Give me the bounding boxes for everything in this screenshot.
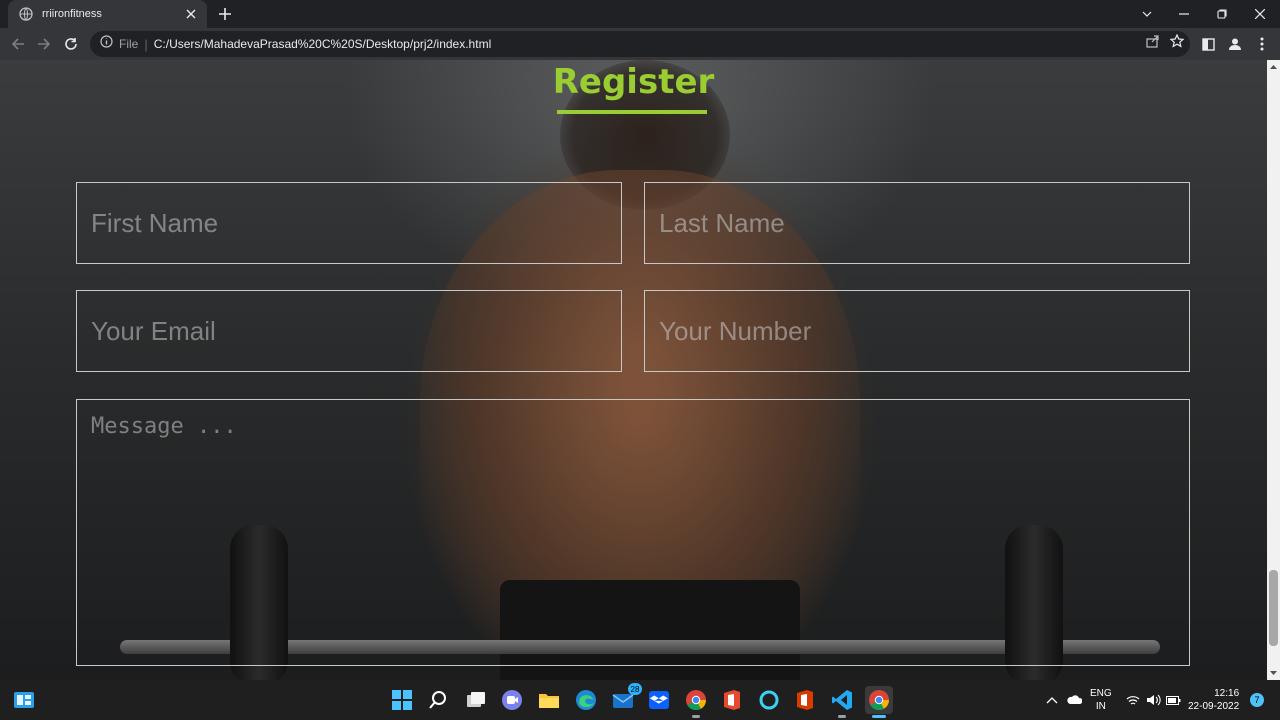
search-icon[interactable]	[424, 686, 452, 714]
app-running-indicator	[692, 715, 700, 718]
address-separator: |	[144, 36, 148, 52]
new-tab-button[interactable]	[215, 5, 235, 23]
info-icon[interactable]	[100, 35, 113, 53]
address-bar[interactable]: File | C:/Users/MahadevaPrasad%20C%20S/D…	[90, 31, 1190, 57]
app-active-indicator	[872, 715, 886, 718]
cortana-icon[interactable]	[755, 686, 783, 714]
notification-count-badge[interactable]: 7	[1250, 693, 1264, 707]
heading-underline	[557, 110, 707, 114]
edge-browser-icon[interactable]	[572, 686, 600, 714]
close-tab-icon[interactable]	[183, 6, 199, 22]
widgets-icon[interactable]	[10, 686, 38, 714]
forward-icon[interactable]	[32, 32, 56, 56]
tab-title: rriironfitness	[42, 8, 102, 20]
vscode-icon[interactable]	[828, 686, 856, 718]
clock[interactable]: 12:16 22-09-2022	[1188, 680, 1239, 720]
close-window-icon[interactable]	[1241, 0, 1279, 28]
side-panel-icon[interactable]	[1196, 32, 1220, 56]
phone-number-input[interactable]	[644, 290, 1190, 372]
back-icon[interactable]	[6, 32, 30, 56]
chrome-icon[interactable]	[682, 686, 710, 718]
dropbox-icon[interactable]	[645, 686, 673, 714]
share-icon[interactable]	[1146, 34, 1160, 53]
restore-icon[interactable]	[1203, 0, 1241, 28]
globe-icon	[18, 6, 34, 22]
volume-icon[interactable]	[1146, 680, 1161, 720]
page-viewport: Register	[0, 60, 1267, 680]
office-app-icon[interactable]	[791, 686, 819, 714]
show-hidden-icons-chevron-icon[interactable]	[1046, 680, 1058, 720]
last-name-input[interactable]	[644, 182, 1190, 264]
language-region: IN	[1095, 701, 1106, 712]
menu-kebab-icon[interactable]	[1250, 32, 1274, 56]
reload-icon[interactable]	[59, 32, 83, 56]
email-input[interactable]	[76, 290, 622, 372]
clock-time: 12:16	[1214, 688, 1240, 699]
windows-taskbar: 28 ENG IN 12:16 22-09-2022 7	[0, 680, 1280, 720]
minimize-icon[interactable]	[1165, 0, 1203, 28]
bookmark-star-icon[interactable]	[1169, 33, 1185, 53]
page-scrollbar[interactable]	[1267, 60, 1280, 680]
first-name-input[interactable]	[76, 182, 622, 264]
browser-tab[interactable]: rriironfitness	[8, 0, 207, 28]
app-running-indicator	[838, 715, 846, 718]
scrollbar-thumb[interactable]	[1269, 570, 1278, 646]
wifi-icon[interactable]	[1126, 680, 1140, 720]
scroll-up-arrow-icon[interactable]	[1267, 60, 1280, 73]
profile-icon[interactable]	[1223, 32, 1247, 56]
language-code: ENG	[1090, 688, 1112, 699]
task-view-icon[interactable]	[462, 686, 490, 714]
scheme-label: File	[119, 37, 139, 51]
clock-date: 22-09-2022	[1188, 701, 1240, 712]
register-heading: Register	[552, 62, 715, 102]
browser-toolbar: File | C:/Users/MahadevaPrasad%20C%20S/D…	[0, 28, 1280, 60]
language-indicator[interactable]: ENG IN	[1090, 680, 1112, 720]
windows-start-icon[interactable]	[388, 686, 416, 714]
file-explorer-icon[interactable]	[535, 686, 563, 714]
teams-chat-icon[interactable]	[498, 686, 526, 714]
office-icon[interactable]	[718, 686, 746, 714]
address-url: C:/Users/MahadevaPrasad%20C%20S/Desktop/…	[153, 37, 492, 51]
tab-strip: rriironfitness	[0, 0, 1280, 28]
onedrive-cloud-icon[interactable]	[1066, 680, 1082, 720]
message-textarea[interactable]	[76, 399, 1190, 666]
chrome-active-icon[interactable]	[865, 686, 893, 718]
battery-icon[interactable]	[1166, 680, 1181, 720]
mail-icon[interactable]: 28	[609, 683, 642, 714]
mail-badge: 28	[628, 683, 642, 695]
tab-search-icon[interactable]	[1128, 0, 1166, 28]
scroll-down-arrow-icon[interactable]	[1267, 667, 1280, 680]
